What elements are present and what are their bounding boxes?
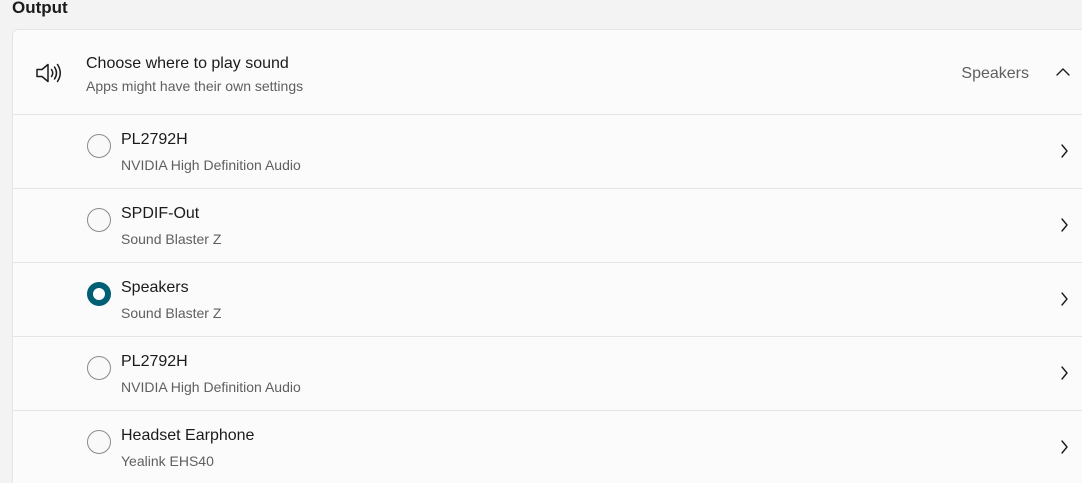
device-name: Speakers [121, 279, 189, 296]
device-driver: NVIDIA High Definition Audio [121, 379, 301, 395]
device-radio[interactable] [87, 208, 111, 232]
choose-output-header[interactable]: Choose where to play sound Apps might ha… [13, 30, 1082, 115]
chevron-up-icon[interactable] [1055, 66, 1071, 78]
sound-settings-page: Output Choose where to play sound Apps m… [0, 0, 1082, 483]
chevron-right-icon[interactable] [1059, 217, 1069, 233]
device-radio[interactable] [87, 430, 111, 454]
output-device-list: PL2792H NVIDIA High Definition Audio SPD… [13, 115, 1082, 483]
device-name: PL2792H [121, 353, 188, 370]
device-radio-selected[interactable] [87, 282, 111, 306]
device-row[interactable]: PL2792H NVIDIA High Definition Audio [13, 337, 1082, 411]
device-driver: Yealink EHS40 [121, 453, 214, 469]
device-radio[interactable] [87, 134, 111, 158]
choose-output-subtitle: Apps might have their own settings [86, 78, 304, 94]
chevron-right-icon[interactable] [1059, 365, 1069, 381]
device-name: SPDIF-Out [121, 205, 200, 222]
device-row[interactable]: SPDIF-Out Sound Blaster Z [13, 189, 1082, 263]
device-driver: NVIDIA High Definition Audio [121, 157, 301, 173]
device-row[interactable]: Headset Earphone Yealink EHS40 [13, 411, 1082, 483]
speaker-icon [36, 63, 61, 83]
device-name: PL2792H [121, 131, 188, 148]
device-row[interactable]: Speakers Sound Blaster Z [13, 263, 1082, 337]
chevron-right-icon[interactable] [1059, 291, 1069, 307]
section-title: Output [12, 0, 68, 17]
output-device-card: Choose where to play sound Apps might ha… [12, 29, 1082, 483]
device-driver: Sound Blaster Z [121, 231, 222, 247]
chevron-right-icon[interactable] [1059, 439, 1069, 455]
device-driver: Sound Blaster Z [121, 305, 222, 321]
device-radio[interactable] [87, 356, 111, 380]
selected-output-value: Speakers [961, 65, 1029, 82]
device-row[interactable]: PL2792H NVIDIA High Definition Audio [13, 115, 1082, 189]
chevron-right-icon[interactable] [1059, 143, 1069, 159]
device-name: Headset Earphone [121, 427, 255, 444]
choose-output-title: Choose where to play sound [86, 55, 289, 72]
